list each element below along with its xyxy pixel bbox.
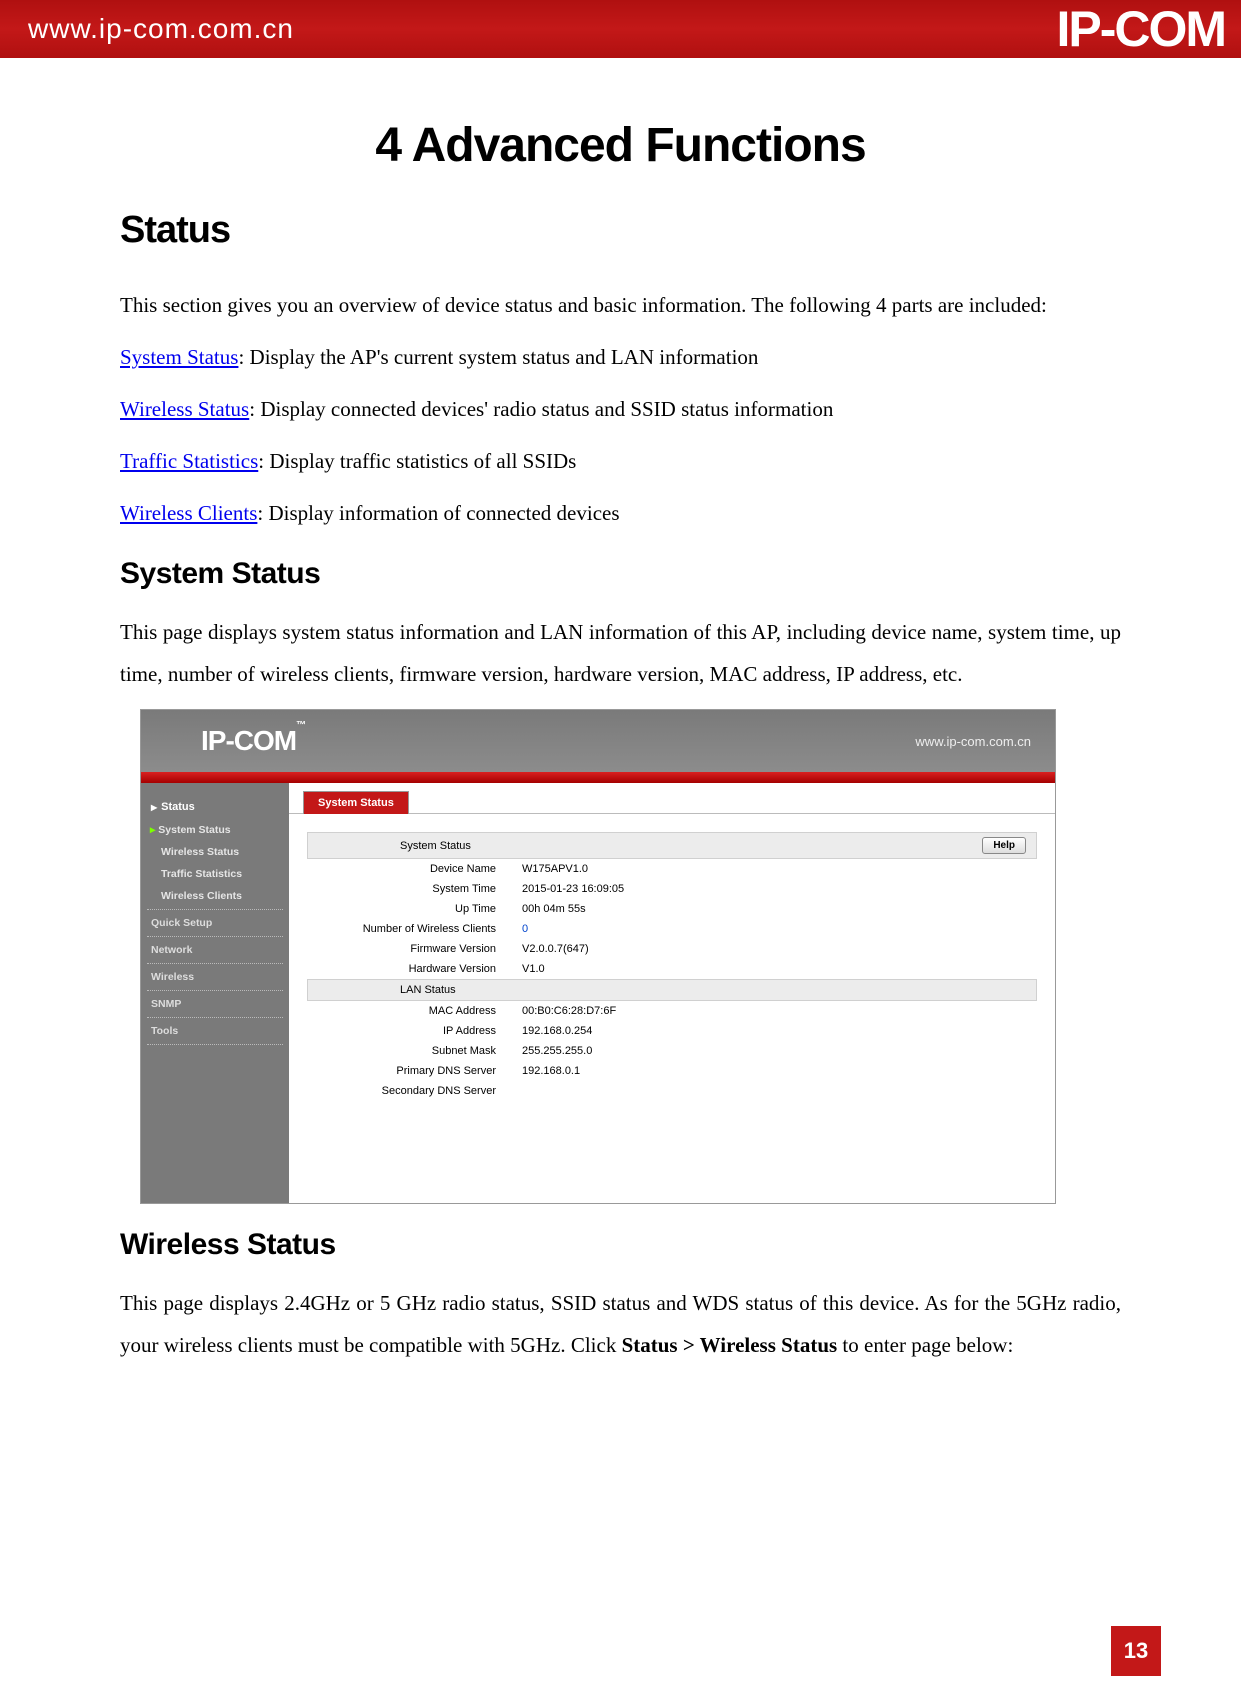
ap-screenshot: IP-COM™ www.ip-com.com.cn Status System … bbox=[140, 709, 1056, 1204]
sidebar-item-status[interactable]: Status bbox=[141, 795, 289, 819]
wireless-status-paragraph: This page displays 2.4GHz or 5 GHz radio… bbox=[120, 1282, 1121, 1366]
value-hardware-version: V1.0 bbox=[522, 963, 545, 975]
row-wireless-clients: Number of Wireless Clients 0 bbox=[307, 919, 1037, 939]
link-wireless-clients[interactable]: Wireless Clients bbox=[120, 501, 257, 525]
label-subnet-mask: Subnet Mask bbox=[307, 1045, 522, 1057]
ap-content: System Status System Status Help Device … bbox=[289, 783, 1055, 1203]
row-ip-address: IP Address 192.168.0.254 bbox=[307, 1021, 1037, 1041]
document-body: 4 Advanced Functions Status This section… bbox=[0, 58, 1241, 1366]
sidebar-item-tools[interactable]: Tools bbox=[141, 1020, 289, 1042]
value-primary-dns: 192.168.0.1 bbox=[522, 1065, 580, 1077]
sidebar-separator bbox=[147, 909, 283, 910]
page-title: 4 Advanced Functions bbox=[120, 118, 1121, 173]
label-hardware-version: Hardware Version bbox=[307, 963, 522, 975]
ap-sidebar: Status System Status Wireless Status Tra… bbox=[141, 783, 289, 1203]
link-line-system-status: System Status: Display the AP's current … bbox=[120, 338, 1121, 378]
link-system-status[interactable]: System Status bbox=[120, 345, 238, 369]
sidebar-item-snmp[interactable]: SNMP bbox=[141, 993, 289, 1015]
sidebar-separator bbox=[147, 990, 283, 991]
ap-logo: IP-COM™ bbox=[201, 725, 305, 757]
row-device-name: Device Name W175APV1.0 bbox=[307, 859, 1037, 879]
sidebar-item-system-status[interactable]: System Status bbox=[141, 819, 289, 841]
ap-panel: System Status Help Device Name W175APV1.… bbox=[289, 814, 1055, 1131]
header-logo: IP-COM bbox=[1056, 0, 1225, 58]
row-hardware-version: Hardware Version V1.0 bbox=[307, 959, 1037, 979]
sidebar-separator bbox=[147, 1044, 283, 1045]
sidebar-item-wireless-status[interactable]: Wireless Status bbox=[141, 841, 289, 863]
row-subnet-mask: Subnet Mask 255.255.255.0 bbox=[307, 1041, 1037, 1061]
row-mac-address: MAC Address 00:B0:C6:28:D7:6F bbox=[307, 1001, 1037, 1021]
ap-top-url: www.ip-com.com.cn bbox=[915, 734, 1031, 749]
sidebar-item-wireless[interactable]: Wireless bbox=[141, 966, 289, 988]
ap-section-system-status: System Status Help bbox=[307, 832, 1037, 859]
row-secondary-dns: Secondary DNS Server bbox=[307, 1081, 1037, 1101]
value-mac-address: 00:B0:C6:28:D7:6F bbox=[522, 1005, 616, 1017]
sidebar-separator bbox=[147, 1017, 283, 1018]
label-firmware-version: Firmware Version bbox=[307, 943, 522, 955]
label-mac-address: MAC Address bbox=[307, 1005, 522, 1017]
ap-tab-system-status[interactable]: System Status bbox=[303, 791, 409, 814]
page-header-banner: www.ip-com.com.cn IP-COM bbox=[0, 0, 1241, 58]
link-line-traffic-statistics: Traffic Statistics: Display traffic stat… bbox=[120, 442, 1121, 482]
value-subnet-mask: 255.255.255.0 bbox=[522, 1045, 592, 1057]
sidebar-item-wireless-clients[interactable]: Wireless Clients bbox=[141, 885, 289, 907]
system-status-paragraph: This page displays system status informa… bbox=[120, 611, 1121, 695]
value-up-time: 00h 04m 55s bbox=[522, 903, 586, 915]
wireless-status-para-b: to enter page below: bbox=[837, 1333, 1013, 1357]
value-system-time: 2015-01-23 16:09:05 bbox=[522, 883, 624, 895]
ap-section-system-status-label: System Status bbox=[400, 840, 471, 852]
row-up-time: Up Time 00h 04m 55s bbox=[307, 899, 1037, 919]
row-firmware-version: Firmware Version V2.0.0.7(647) bbox=[307, 939, 1037, 959]
value-firmware-version: V2.0.0.7(647) bbox=[522, 943, 589, 955]
link-line-wireless-status: Wireless Status: Display connected devic… bbox=[120, 390, 1121, 430]
sidebar-item-traffic-statistics[interactable]: Traffic Statistics bbox=[141, 863, 289, 885]
ap-section-lan-status: LAN Status bbox=[307, 979, 1037, 1001]
section-status-heading: Status bbox=[120, 209, 1121, 252]
value-ip-address: 192.168.0.254 bbox=[522, 1025, 592, 1037]
subsection-wireless-status-heading: Wireless Status bbox=[120, 1228, 1121, 1262]
label-wireless-clients: Number of Wireless Clients bbox=[307, 923, 522, 935]
label-secondary-dns: Secondary DNS Server bbox=[307, 1085, 522, 1097]
link-wireless-status-desc: : Display connected devices' radio statu… bbox=[249, 397, 833, 421]
sidebar-separator bbox=[147, 936, 283, 937]
help-button[interactable]: Help bbox=[982, 837, 1026, 854]
sidebar-separator bbox=[147, 963, 283, 964]
link-line-wireless-clients: Wireless Clients: Display information of… bbox=[120, 494, 1121, 534]
intro-paragraph: This section gives you an overview of de… bbox=[120, 286, 1121, 326]
sidebar-item-quick-setup[interactable]: Quick Setup bbox=[141, 912, 289, 934]
row-primary-dns: Primary DNS Server 192.168.0.1 bbox=[307, 1061, 1037, 1081]
label-ip-address: IP Address bbox=[307, 1025, 522, 1037]
label-system-time: System Time bbox=[307, 883, 522, 895]
value-device-name: W175APV1.0 bbox=[522, 863, 588, 875]
link-wireless-status[interactable]: Wireless Status bbox=[120, 397, 249, 421]
wireless-status-para-bold: Status > Wireless Status bbox=[622, 1333, 838, 1357]
label-device-name: Device Name bbox=[307, 863, 522, 875]
subsection-system-status-heading: System Status bbox=[120, 557, 1121, 591]
sidebar-item-network[interactable]: Network bbox=[141, 939, 289, 961]
link-traffic-statistics[interactable]: Traffic Statistics bbox=[120, 449, 258, 473]
value-wireless-clients[interactable]: 0 bbox=[522, 923, 528, 935]
header-url: www.ip-com.com.cn bbox=[28, 13, 294, 45]
ap-top-bar: IP-COM™ www.ip-com.com.cn bbox=[141, 710, 1055, 772]
ap-section-lan-status-label: LAN Status bbox=[400, 984, 456, 996]
label-primary-dns: Primary DNS Server bbox=[307, 1065, 522, 1077]
page-number: 13 bbox=[1111, 1626, 1161, 1676]
link-system-status-desc: : Display the AP's current system status… bbox=[238, 345, 758, 369]
ap-red-bar bbox=[141, 772, 1055, 783]
link-wireless-clients-desc: : Display information of connected devic… bbox=[257, 501, 619, 525]
label-up-time: Up Time bbox=[307, 903, 522, 915]
link-traffic-statistics-desc: : Display traffic statistics of all SSID… bbox=[258, 449, 576, 473]
row-system-time: System Time 2015-01-23 16:09:05 bbox=[307, 879, 1037, 899]
ap-main: Status System Status Wireless Status Tra… bbox=[141, 783, 1055, 1203]
